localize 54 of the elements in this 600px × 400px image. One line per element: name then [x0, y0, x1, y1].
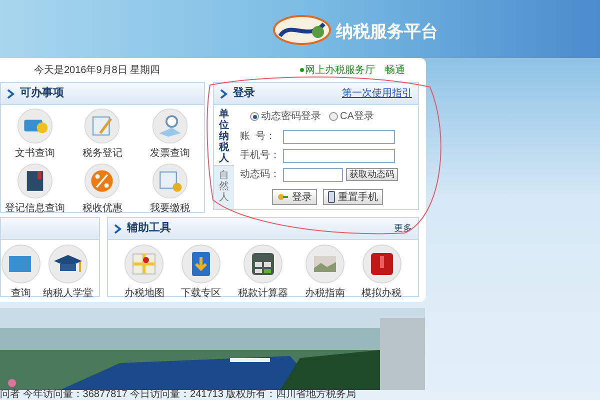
input-field[interactable] [283, 148, 395, 162]
map-pin-icon[interactable] [124, 244, 164, 284]
shortcut-link[interactable]: 办税地图 [124, 286, 164, 301]
shortcut-link[interactable]: 文书查询 [14, 146, 55, 161]
field-label: 手机号： [240, 148, 281, 163]
chevron-icon [7, 88, 15, 98]
shortcut-link[interactable]: 模拟办税 [362, 286, 402, 301]
panel-title: 辅助工具 [127, 220, 171, 236]
shortcut-link[interactable]: 纳税人学堂 [43, 286, 93, 301]
side-tab[interactable]: 自然人 [214, 165, 234, 205]
login-action-button[interactable]: 登录 [272, 189, 317, 205]
folder-icon[interactable] [1, 244, 41, 284]
input-field[interactable] [283, 168, 343, 182]
service-hall-link[interactable]: 网上办税服务厅 [305, 62, 376, 78]
exclamation-tile-icon[interactable] [362, 244, 402, 284]
shortcut-link[interactable]: 税务登记 [82, 146, 122, 161]
form-pencil-icon[interactable] [84, 108, 120, 144]
panel-title: 可办事项 [20, 86, 64, 102]
calculator-icon[interactable] [242, 244, 283, 284]
percent-icon[interactable] [84, 163, 120, 199]
shortcut-link[interactable]: 税款计算器 [238, 286, 288, 301]
field-label: 动态码： [240, 168, 281, 182]
panel-title: 登录 [233, 86, 255, 102]
date-text: 今天是2016年9月8日 星期四 [34, 64, 160, 78]
shortcut-link[interactable]: 办税指南 [304, 286, 345, 301]
status-text: 畅通 [385, 64, 406, 78]
card-dollar-icon[interactable] [16, 108, 53, 144]
magnifier-icon[interactable] [152, 108, 188, 144]
login-mode-radio[interactable]: 动态密码登录 [250, 109, 321, 124]
guide-link[interactable]: 第一次使用指引 [342, 86, 412, 101]
logo-icon [272, 12, 332, 46]
phone-icon [328, 191, 335, 203]
login-mode-radio[interactable]: CA登录 [329, 109, 374, 124]
field-label: 账 号： [240, 130, 277, 144]
calendar-coins-icon[interactable] [152, 163, 188, 199]
shortcut-link[interactable]: 下载专区 [181, 286, 222, 301]
input-field[interactable] [283, 130, 395, 144]
chevron-icon [114, 224, 122, 234]
shortcut-link[interactable]: 查询 [11, 286, 31, 301]
shortcut-link[interactable]: 登记信息查询 [4, 201, 65, 216]
login-action-button[interactable]: 重置手机 [323, 189, 383, 205]
landscape-icon[interactable] [304, 244, 345, 284]
shortcut-link[interactable]: 发票查询 [150, 146, 190, 161]
shortcut-link[interactable]: 我要缴税 [150, 201, 190, 216]
side-tab[interactable]: 单位纳税人 [214, 105, 234, 165]
more-link[interactable]: 更多 [394, 222, 412, 236]
shortcut-link[interactable]: 税收优惠 [82, 201, 122, 216]
get-code-button[interactable]: 获取动态码 [346, 168, 398, 181]
key-arrow-icon [277, 192, 289, 202]
chevron-icon [220, 88, 228, 98]
graduation-cap-icon[interactable] [48, 244, 88, 284]
platform-title: 纳税服务平台 [336, 20, 438, 42]
footer-text: 问者 今年访问量：36877817 今日访问量：241713 版权所有：四川省地方税务局 [0, 389, 356, 400]
book-icon[interactable] [16, 163, 53, 199]
